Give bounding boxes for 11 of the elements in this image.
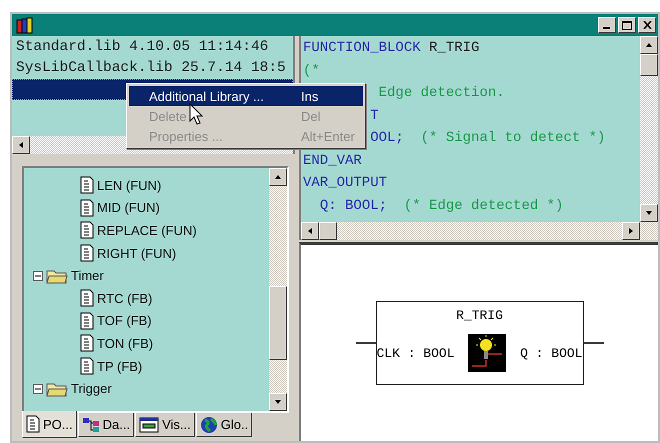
output-pin-label: Q : BOOL bbox=[520, 346, 582, 360]
code-line: (* bbox=[303, 62, 320, 78]
block-title: R_TRIG bbox=[456, 308, 503, 325]
code-line: Edge detection. bbox=[378, 85, 505, 101]
code-line: T bbox=[370, 108, 379, 124]
input-pin-label: CLK : BOOL bbox=[376, 346, 455, 360]
code-line: END_VAR bbox=[303, 152, 362, 168]
code-line: FUNCTION_BLOCK R_TRIG bbox=[303, 40, 480, 56]
code-line: Q: BOOL; (* Edge detected *) bbox=[320, 198, 564, 214]
code-line: OOL; (* Signal to detect *) bbox=[370, 130, 606, 146]
code-line: VAR_OUTPUT bbox=[303, 175, 388, 191]
